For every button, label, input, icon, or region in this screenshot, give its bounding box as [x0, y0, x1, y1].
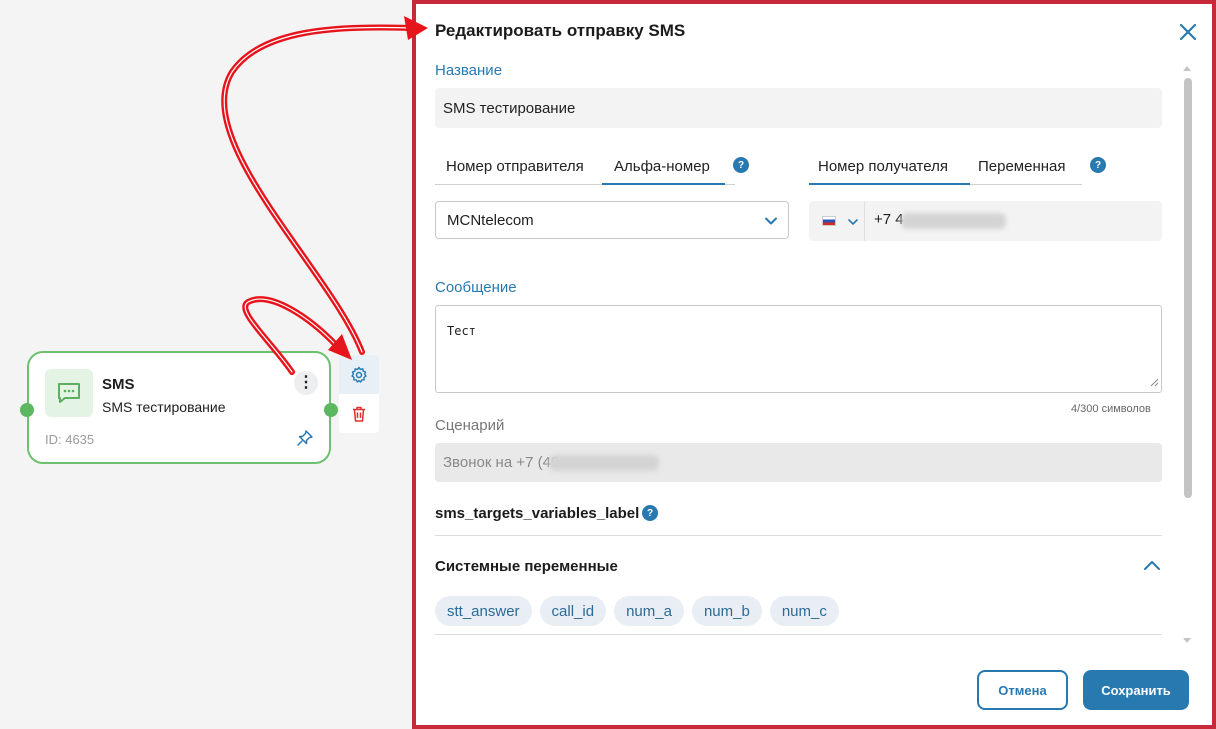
scrollbar[interactable]	[1181, 64, 1193, 649]
chevron-down-icon[interactable]	[847, 215, 859, 233]
pin-icon[interactable]	[296, 429, 314, 452]
scroll-up-arrow[interactable]	[1183, 66, 1191, 71]
modal-title: Редактировать отправку SMS	[435, 21, 686, 40]
recipient-phone-field[interactable]: +7 4	[809, 201, 1162, 241]
help-icon[interactable]: ?	[733, 157, 749, 173]
divider	[435, 535, 1162, 536]
phone-divider	[864, 201, 865, 241]
chevron-up-icon[interactable]	[1143, 558, 1161, 577]
tab-recipient-number[interactable]: Номер получателя	[809, 158, 970, 185]
node-input-port[interactable]	[20, 403, 34, 417]
chevron-down-icon	[764, 214, 778, 232]
node-id: ID: 4635	[45, 432, 95, 447]
tab-variable[interactable]: Переменная	[970, 158, 1082, 185]
close-icon[interactable]	[1177, 21, 1199, 43]
scenario-input: Звонок на +7 (49	[435, 443, 1162, 482]
variable-chip[interactable]: call_id	[539, 596, 607, 626]
name-label: Название	[435, 62, 503, 79]
sender-select[interactable]: MCNtelecom	[435, 201, 789, 239]
message-label: Сообщение	[435, 279, 517, 296]
edit-sms-modal: Редактировать отправку SMS Название SMS …	[412, 0, 1216, 729]
gear-icon[interactable]	[339, 355, 379, 394]
node-title: SMS	[102, 376, 135, 393]
flow-canvas[interactable]: SMS SMS тестирование ID: 4635 ⋮	[0, 0, 412, 729]
system-variables-header[interactable]: Системные переменные	[435, 558, 618, 575]
cancel-button[interactable]: Отмена	[977, 670, 1068, 710]
variable-chip[interactable]: num_a	[614, 596, 684, 626]
targets-variables-label: sms_targets_variables_label	[435, 505, 640, 522]
help-icon[interactable]: ?	[1090, 157, 1106, 173]
sender-select-value: MCNtelecom	[447, 211, 534, 229]
kebab-menu-icon[interactable]: ⋮	[294, 371, 318, 395]
node-side-actions	[339, 355, 379, 433]
divider	[435, 634, 1162, 635]
tab-sender-number[interactable]: Номер отправителя	[435, 158, 601, 185]
scrollbar-thumb[interactable]	[1184, 78, 1192, 498]
variable-chip[interactable]: stt_answer	[435, 596, 532, 626]
redacted-phone	[901, 213, 1006, 229]
message-textarea[interactable]: Тест	[435, 305, 1162, 393]
scenario-value: Звонок на +7 (49	[443, 454, 560, 471]
tab-alpha-number[interactable]: Альфа-номер	[602, 158, 725, 185]
node-subtitle: SMS тестирование	[102, 399, 226, 415]
trash-icon[interactable]	[339, 394, 379, 433]
system-variable-chips: stt_answer call_id num_a num_b num_c	[435, 596, 839, 626]
node-output-port[interactable]	[324, 403, 338, 417]
variable-chip[interactable]: num_c	[769, 596, 839, 626]
resize-handle[interactable]	[1150, 376, 1159, 390]
help-icon[interactable]: ?	[642, 505, 658, 521]
message-text: Тест	[447, 324, 476, 338]
scroll-down-arrow[interactable]	[1183, 638, 1191, 643]
redacted-scenario	[549, 455, 659, 471]
message-icon	[45, 369, 93, 417]
variable-chip[interactable]: num_b	[691, 596, 762, 626]
phone-input[interactable]: +7 4	[874, 211, 904, 228]
name-input[interactable]: SMS тестирование	[435, 88, 1162, 128]
russia-flag-icon[interactable]	[822, 216, 836, 226]
sms-node[interactable]: SMS SMS тестирование ID: 4635 ⋮	[20, 351, 338, 464]
save-button[interactable]: Сохранить	[1083, 670, 1189, 710]
scenario-label: Сценарий	[435, 417, 505, 434]
char-counter: 4/300 символов	[1071, 403, 1151, 415]
